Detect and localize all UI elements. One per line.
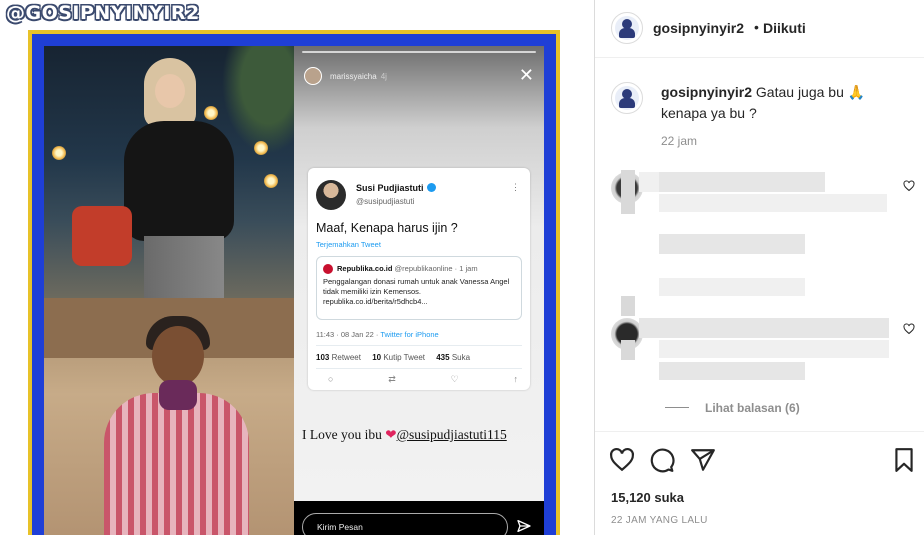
tweet-avatar bbox=[316, 180, 346, 210]
like-icon: ♡ bbox=[450, 374, 459, 384]
heart-icon[interactable] bbox=[903, 180, 915, 192]
story-avatar bbox=[304, 67, 322, 85]
heart-emoji-icon: ❤ bbox=[385, 427, 397, 442]
comment-icon[interactable] bbox=[649, 447, 675, 473]
quoted-tweet: Republika.co.id @republikaonline · 1 jam… bbox=[316, 256, 522, 320]
story-caption: I Love you ibu ❤@susipudjiastuti115 bbox=[302, 427, 507, 442]
watermark-text: @GOSIPNYINYIR2 bbox=[6, 2, 200, 24]
tweet-actions: ○ ⇄ ♡ ↑ bbox=[328, 374, 518, 385]
quoted-source: Republika.co.id @republikaonline · 1 jam bbox=[337, 264, 478, 273]
tweet-handle: @susipudjiastuti bbox=[356, 197, 415, 206]
share-icon: ↑ bbox=[513, 374, 519, 384]
story-username: marissyaicha 4j bbox=[330, 72, 387, 81]
photo-woman-hijab bbox=[44, 46, 294, 298]
like-count[interactable]: 15,120 suka bbox=[611, 490, 684, 505]
tweet-text: Maaf, Kenapa harus ijin ? bbox=[316, 221, 458, 235]
post-header: gosipnyinyir2 • Diikuti bbox=[595, 0, 924, 58]
send-icon bbox=[517, 520, 531, 532]
story-screenshot: marissyaicha 4j ✕ Susi Pudjiastuti @susip… bbox=[294, 46, 544, 501]
tweet-card: Susi Pudjiastuti @susipudjiastuti ⋮ Maaf… bbox=[308, 168, 530, 390]
caption-avatar[interactable] bbox=[611, 82, 643, 114]
follow-button[interactable]: Diikuti bbox=[763, 20, 806, 36]
bookmark-icon[interactable] bbox=[891, 447, 917, 473]
tweet-stats: 103 Retweet 10 Kutip Tweet 435 Suka bbox=[316, 353, 471, 362]
photo-woman-pink-coat bbox=[44, 298, 294, 535]
avatar[interactable] bbox=[611, 12, 643, 44]
caption-time: 22 jam bbox=[661, 134, 698, 148]
tweet-meta: 11:43 · 08 Jan 22 · Twitter for iPhone bbox=[316, 330, 439, 339]
quoted-body: Penggalangan donasi rumah untuk anak Van… bbox=[323, 277, 510, 306]
share-icon[interactable] bbox=[690, 447, 716, 473]
post-date[interactable]: 22 JAM YANG LALU bbox=[611, 515, 708, 526]
post-sidebar: gosipnyinyir2 • Diikuti gosipnyinyir2 Ga… bbox=[594, 0, 924, 535]
post-caption: gosipnyinyir2 Gatau juga bu 🙏 kenapa ya … bbox=[661, 82, 911, 124]
heart-icon[interactable] bbox=[609, 447, 635, 473]
retweet-icon: ⇄ bbox=[388, 374, 396, 384]
story-progress-bar bbox=[302, 51, 536, 53]
tweet-translate-link: Terjemahkan Tweet bbox=[316, 240, 381, 249]
close-icon: ✕ bbox=[518, 65, 534, 85]
reply-icon: ○ bbox=[328, 374, 334, 384]
tweet-author-name: Susi Pudjiastuti bbox=[356, 183, 436, 193]
heart-icon[interactable] bbox=[903, 323, 915, 335]
story-reply-box: Kirim Pesan bbox=[302, 513, 508, 535]
header-separator: • bbox=[754, 19, 759, 35]
view-replies-button[interactable]: Lihat balasan (6) bbox=[705, 401, 800, 415]
handbag bbox=[72, 206, 132, 266]
post-media[interactable]: marissyaicha 4j ✕ Susi Pudjiastuti @susip… bbox=[0, 0, 594, 535]
caption-username[interactable]: gosipnyinyir2 bbox=[661, 84, 752, 100]
republika-logo-icon bbox=[323, 264, 333, 274]
view-replies-line bbox=[665, 407, 689, 408]
verified-icon bbox=[426, 183, 436, 192]
header-username[interactable]: gosipnyinyir2 bbox=[653, 20, 744, 36]
more-icon: ⋮ bbox=[511, 182, 520, 192]
